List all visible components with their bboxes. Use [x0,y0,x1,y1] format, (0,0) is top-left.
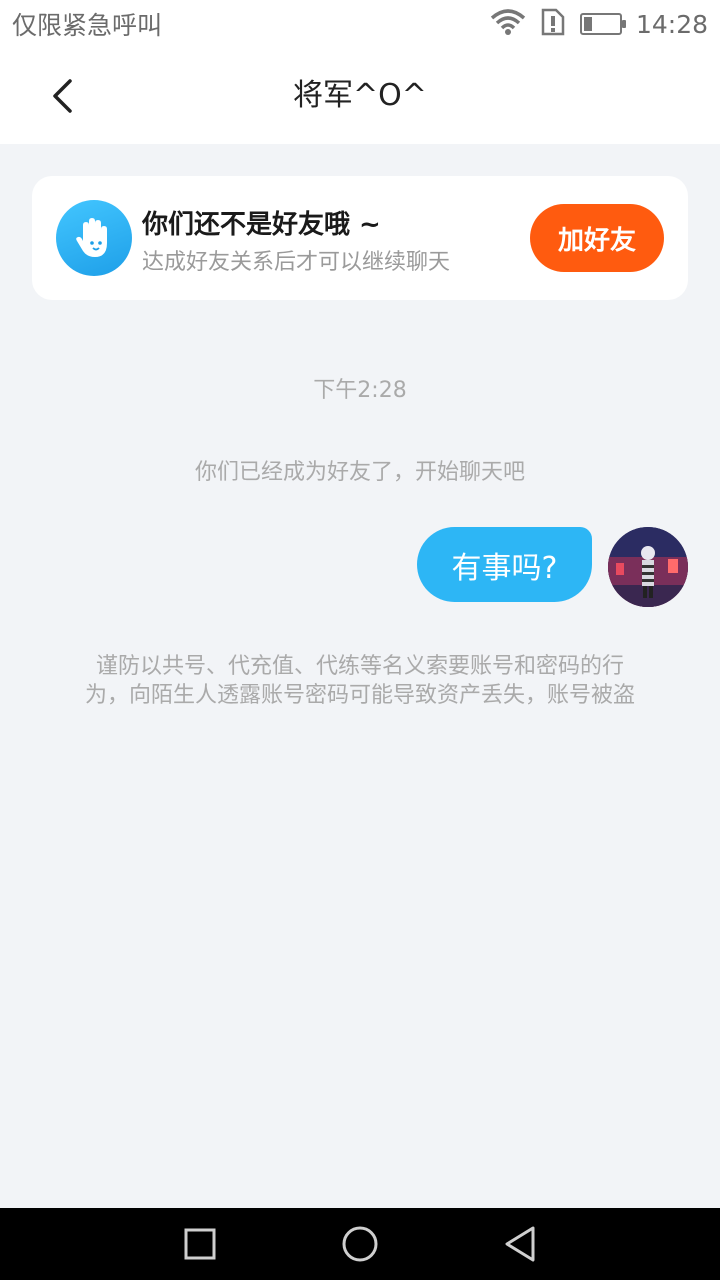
title-bar: 将军^O^ [0,48,720,144]
status-bar: 仅限紧急呼叫 14:28 [0,0,720,48]
back-triangle-icon [505,1226,535,1262]
security-warning: 谨防以共号、代充值、代练等名义索要账号和密码的行 为，向陌生人透露账号密码可能导… [56,652,664,710]
page-title: 将军^O^ [293,78,427,113]
banner-subtitle: 达成好友关系后才可以继续聊天 [142,250,451,275]
security-warning-line-2: 为，向陌生人透露账号密码可能导致资产丢失，账号被盗 [84,683,635,708]
status-carrier-text: 仅限紧急呼叫 [12,11,163,40]
sim-alert-icon [540,8,566,40]
status-time: 14:28 [635,9,708,39]
home-button[interactable] [340,1224,380,1264]
recent-apps-icon [184,1228,216,1260]
nav-back-button[interactable] [500,1224,540,1264]
add-friend-button[interactable]: 加好友 [530,204,664,272]
avatar[interactable] [608,527,688,607]
status-icons: 14:28 [490,8,708,40]
recent-apps-button[interactable] [180,1224,220,1264]
wifi-icon [490,8,526,40]
friend-request-banner: 你们还不是好友哦 ~ 达成好友关系后才可以继续聊天 加好友 [32,176,688,300]
message-bubble[interactable]: 有事吗? [417,527,592,602]
battery-icon [579,13,626,35]
banner-title: 你们还不是好友哦 ~ [142,210,381,240]
home-icon [342,1226,378,1262]
system-message: 你们已经成为好友了，开始聊天吧 [194,460,525,485]
security-warning-line-1: 谨防以共号、代充值、代练等名义索要账号和密码的行 [95,654,624,679]
system-nav-bar [0,1208,720,1280]
hand-wave-icon [56,200,132,276]
message-timestamp: 下午2:28 [313,378,407,403]
